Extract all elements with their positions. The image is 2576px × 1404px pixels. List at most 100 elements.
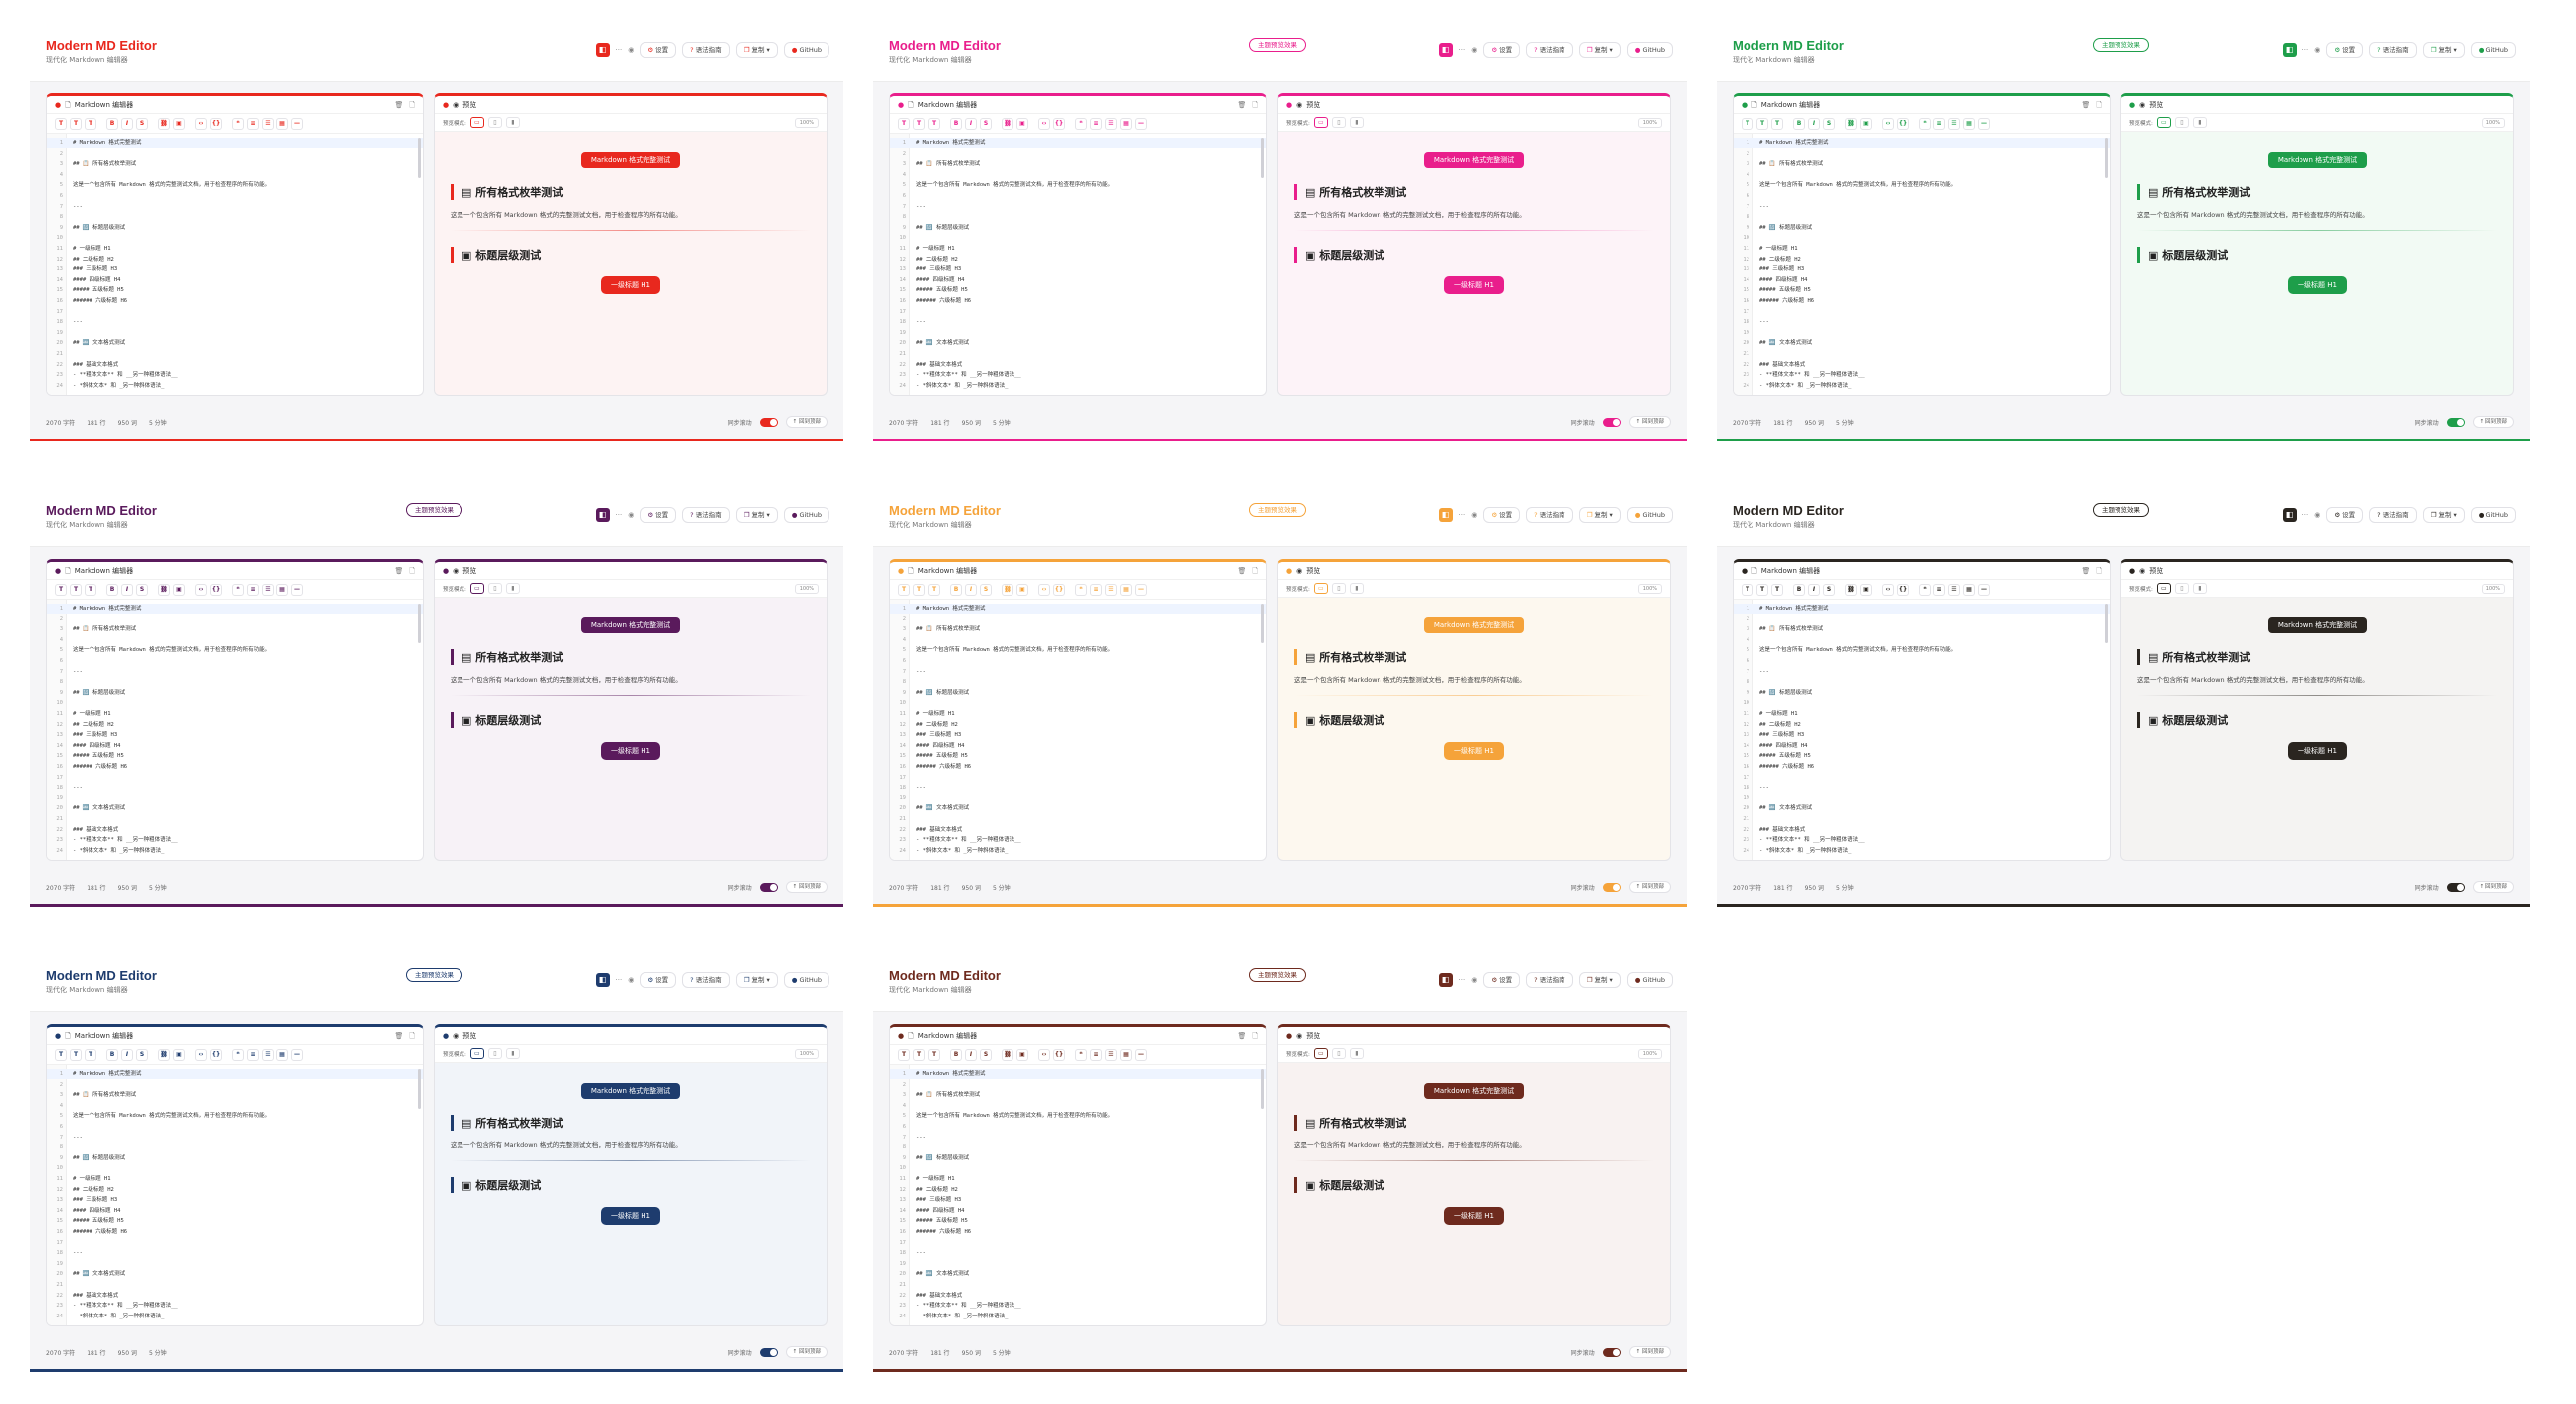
file-new-icon[interactable]: 🗋 <box>409 562 415 580</box>
eye-icon[interactable]: ◉ <box>2314 46 2320 54</box>
eye-icon[interactable]: ◉ <box>1471 511 1477 519</box>
code-icon[interactable]: ‹› <box>195 583 207 596</box>
github-button[interactable]: ● GitHub <box>1626 972 1673 988</box>
tablet-view-icon[interactable]: ▯ <box>487 117 502 128</box>
heading1-button[interactable]: T <box>1742 117 1753 130</box>
trash-icon[interactable]: 🗑 <box>2081 96 2090 114</box>
heading2-button[interactable]: T <box>913 117 925 130</box>
eye-icon[interactable]: ◉ <box>2314 511 2320 519</box>
hr-icon[interactable]: — <box>1135 1048 1147 1061</box>
desktop-view-icon[interactable]: ▭ <box>1313 1048 1328 1059</box>
settings-button[interactable]: ⚙ 设置 <box>1483 42 1521 58</box>
syntax-guide-button[interactable]: ? 语法指南 <box>682 42 730 58</box>
copy-button[interactable]: ❐ 复制 ▾ <box>1578 42 1621 58</box>
list-icon[interactable]: ≡ <box>1933 583 1945 596</box>
sync-scroll-toggle[interactable] <box>759 882 778 892</box>
desktop-view-icon[interactable]: ▭ <box>2156 117 2171 128</box>
tablet-view-icon[interactable]: ▯ <box>2174 117 2189 128</box>
bold-button[interactable]: B <box>106 583 118 596</box>
back-to-top-button[interactable]: ↑ 回到顶部 <box>785 1346 828 1358</box>
back-to-top-button[interactable]: ↑ 回到顶部 <box>1628 416 1671 428</box>
editor-scrollbar[interactable] <box>418 1069 421 1109</box>
file-new-icon[interactable]: 🗋 <box>409 1027 415 1045</box>
settings-button[interactable]: ⚙ 设置 <box>2326 507 2364 523</box>
link-icon[interactable]: ⛓ <box>158 1048 170 1061</box>
ordered-list-icon[interactable]: ☰ <box>1105 117 1117 130</box>
list-icon[interactable]: ≡ <box>1090 583 1102 596</box>
mobile-view-icon[interactable]: ▮ <box>1349 1048 1364 1059</box>
settings-button[interactable]: ⚙ 设置 <box>640 507 677 523</box>
code-editor[interactable]: 1 # Markdown 格式完整测试 2 3 ## 📋 所有格式枚举测试 4 5 这是一个包… <box>890 134 1266 395</box>
strike-button[interactable]: S <box>980 1048 992 1061</box>
quote-icon[interactable]: ❝ <box>1075 1048 1087 1061</box>
file-new-icon[interactable]: 🗋 <box>1252 1027 1258 1045</box>
zoom-level[interactable]: 100% <box>794 583 819 594</box>
heading2-button[interactable]: T <box>913 583 925 596</box>
codeblock-icon[interactable]: {} <box>1053 583 1065 596</box>
codeblock-icon[interactable]: {} <box>210 583 222 596</box>
heading1-button[interactable]: T <box>898 117 910 130</box>
editor-scrollbar[interactable] <box>418 604 421 643</box>
tablet-view-icon[interactable]: ▯ <box>2174 583 2189 594</box>
back-to-top-button[interactable]: ↑ 回到顶部 <box>2472 416 2514 428</box>
theme-swatch-button[interactable]: ◧ <box>595 43 610 57</box>
bold-button[interactable]: B <box>1793 583 1805 596</box>
hr-icon[interactable]: — <box>1978 583 1990 596</box>
link-icon[interactable]: ⛓ <box>1002 117 1013 130</box>
file-new-icon[interactable]: 🗋 <box>1252 562 1258 580</box>
trash-icon[interactable]: 🗑 <box>394 96 403 114</box>
theme-swatch-button[interactable]: ◧ <box>595 973 610 987</box>
heading1-button[interactable]: T <box>1742 583 1753 596</box>
mobile-view-icon[interactable]: ▮ <box>2192 583 2207 594</box>
heading3-button[interactable]: T <box>928 1048 940 1061</box>
tablet-view-icon[interactable]: ▯ <box>487 583 502 594</box>
tablet-view-icon[interactable]: ▯ <box>487 1048 502 1059</box>
copy-button[interactable]: ❐ 复制 ▾ <box>735 42 778 58</box>
copy-button[interactable]: ❐ 复制 ▾ <box>735 972 778 988</box>
list-icon[interactable]: ≡ <box>247 117 259 130</box>
heading2-button[interactable]: T <box>1756 583 1768 596</box>
code-editor[interactable]: 1 # Markdown 格式完整测试 2 3 ## 📋 所有格式枚举测试 4 5 这是一个包… <box>47 600 423 860</box>
list-icon[interactable]: ≡ <box>247 583 259 596</box>
italic-button[interactable]: I <box>121 117 133 130</box>
copy-button[interactable]: ❐ 复制 ▾ <box>1578 972 1621 988</box>
more-icon[interactable]: ··· <box>2302 511 2309 519</box>
zoom-level[interactable]: 100% <box>794 1048 819 1059</box>
bold-button[interactable]: B <box>106 117 118 130</box>
back-to-top-button[interactable]: ↑ 回到顶部 <box>785 881 828 893</box>
tablet-view-icon[interactable]: ▯ <box>1331 117 1346 128</box>
zoom-level[interactable]: 100% <box>2481 117 2505 128</box>
more-icon[interactable]: ··· <box>2302 46 2309 54</box>
github-button[interactable]: ● GitHub <box>783 972 829 988</box>
link-icon[interactable]: ⛓ <box>158 117 170 130</box>
code-icon[interactable]: ‹› <box>1038 117 1050 130</box>
heading1-button[interactable]: T <box>55 117 67 130</box>
table-icon[interactable]: ▦ <box>276 1048 288 1061</box>
heading3-button[interactable]: T <box>928 583 940 596</box>
heading3-button[interactable]: T <box>85 1048 96 1061</box>
heading3-button[interactable]: T <box>1771 117 1783 130</box>
sync-scroll-toggle[interactable] <box>1602 882 1621 892</box>
strike-button[interactable]: S <box>1823 583 1835 596</box>
quote-icon[interactable]: ❝ <box>1075 583 1087 596</box>
theme-swatch-button[interactable]: ◧ <box>2282 508 2297 522</box>
code-editor[interactable]: 1 # Markdown 格式完整测试 2 3 ## 📋 所有格式枚举测试 4 5 这是一个包… <box>1734 134 2110 395</box>
copy-button[interactable]: ❐ 复制 ▾ <box>735 507 778 523</box>
table-icon[interactable]: ▦ <box>276 583 288 596</box>
editor-scrollbar[interactable] <box>1261 1069 1264 1109</box>
strike-button[interactable]: S <box>1823 117 1835 130</box>
table-icon[interactable]: ▦ <box>1120 1048 1132 1061</box>
codeblock-icon[interactable]: {} <box>210 1048 222 1061</box>
ordered-list-icon[interactable]: ☰ <box>262 583 274 596</box>
editor-scrollbar[interactable] <box>2105 604 2108 643</box>
codeblock-icon[interactable]: {} <box>1053 117 1065 130</box>
theme-swatch-button[interactable]: ◧ <box>1438 508 1453 522</box>
italic-button[interactable]: I <box>121 583 133 596</box>
more-icon[interactable]: ··· <box>1459 976 1466 984</box>
quote-icon[interactable]: ❝ <box>232 1048 244 1061</box>
image-icon[interactable]: ▣ <box>1860 117 1872 130</box>
github-button[interactable]: ● GitHub <box>2470 42 2516 58</box>
theme-swatch-button[interactable]: ◧ <box>1438 973 1453 987</box>
settings-button[interactable]: ⚙ 设置 <box>640 972 677 988</box>
trash-icon[interactable]: 🗑 <box>394 1027 403 1045</box>
